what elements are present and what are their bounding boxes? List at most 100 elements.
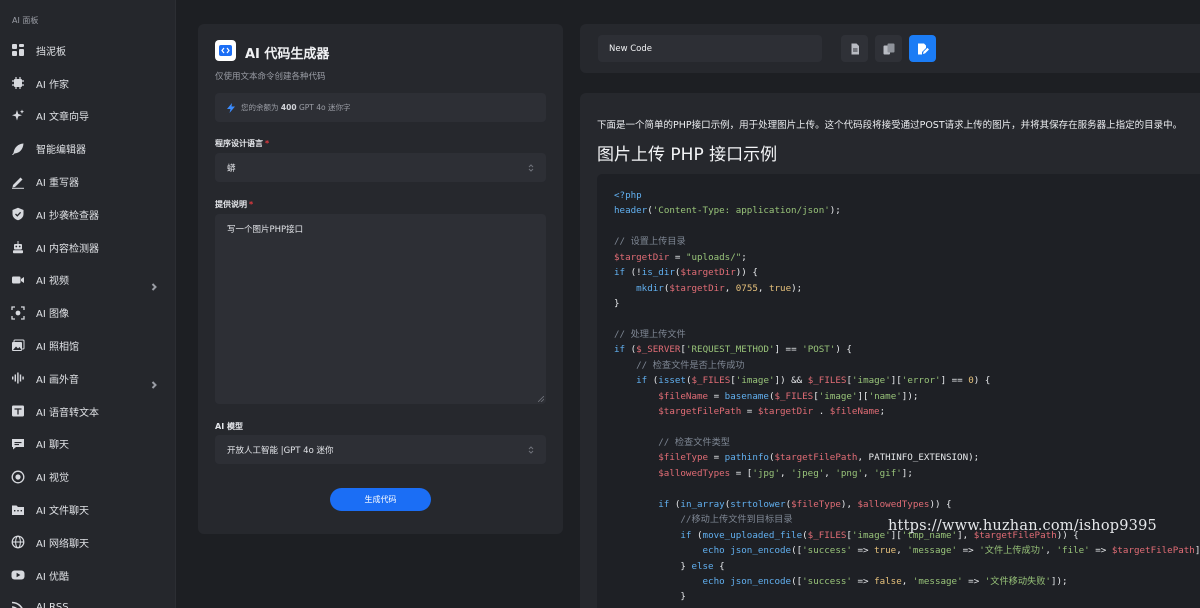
youtube-icon [11,568,25,582]
code-token: $targetFilePath [774,452,858,464]
download-doc-button[interactable] [841,35,868,62]
model-select-value: 开放人工智能 |GPT 4o 迷你 [227,445,334,456]
code-token: $_FILES [774,390,814,402]
code-token: 'Content-Type: application/json' [652,205,830,217]
chevron-right-icon[interactable] [150,374,158,390]
copy-button[interactable] [875,35,902,62]
language-select[interactable]: 蟒 [215,153,546,182]
code-line: header('Content-Type: application/json')… [614,203,1200,218]
code-token: 'gif' [874,467,902,479]
code-token: 'image' [851,529,891,541]
code-token: '文件上传成功' [979,545,1046,557]
sidebar-item-label: AI RSS [36,602,69,608]
sidebar-item-12[interactable]: AI 聊天 [0,428,176,461]
chevron-right-icon[interactable] [150,276,158,291]
code-line: <?php [614,188,1200,203]
sidebar-item-label: AI 视觉 [36,473,69,485]
code-token: } [614,591,686,603]
code-line: } [614,296,1200,311]
resize-grip-icon[interactable] [538,396,544,402]
sidebar-item-14[interactable]: AI 文件聊天 [0,493,176,526]
model-select[interactable]: 开放人工智能 |GPT 4o 迷你 [215,435,546,464]
code-token: ]; [901,467,913,479]
code-token: ); [791,282,803,294]
code-token: ]) && [774,375,808,387]
image-scan-icon [11,306,25,320]
document-name-input[interactable]: New Code [598,35,822,62]
sidebar-item-5[interactable]: AI 抄袭检查器 [0,198,176,231]
sidebar-section-label: AI 面板 [12,16,39,25]
code-token: else [691,560,714,572]
code-token: $fileType [791,498,841,510]
code-token: ][ [890,375,902,387]
save-edit-button[interactable] [909,35,936,62]
code-line: // 处理上传文件 [614,327,1200,342]
code-token: echo [702,545,725,557]
code-token: 'png' [835,467,864,479]
code-token: )) { [929,498,952,510]
code-line: // 检查文件是否上传成功 [614,358,1200,373]
code-token: = [669,251,686,263]
document-icon [851,43,859,54]
language-select-value: 蟒 [227,163,236,174]
sidebar-item-4[interactable]: AI 重写器 [0,165,176,198]
code-token: , [896,545,908,557]
generate-code-button[interactable]: 生成代码 [330,488,431,511]
sidebar-item-8[interactable]: AI 图像 [0,296,176,329]
edit-document-icon [917,43,929,54]
description-textarea[interactable]: 写一个图片PHP接口 [215,214,546,404]
sidebar-item-6[interactable]: AI 内容检测器 [0,231,176,264]
sidebar-item-15[interactable]: AI 网络聊天 [0,526,176,559]
code-token: ([ [791,575,803,587]
code-token: ([ [791,545,803,557]
sidebar-item-0[interactable]: 挡泥板 [0,34,176,67]
sidebar-item-2[interactable]: AI 文章向导 [0,100,176,133]
code-generator-form: AI 代码生成器 仅使用文本命令创建各种代码 您的余额为 400 GPT 4o … [198,24,563,534]
select-arrows-icon [528,163,534,172]
sidebar-item-10[interactable]: AI 画外音 [0,362,176,395]
code-token: = [708,390,725,402]
sidebar-item-7[interactable]: AI 视频 [0,264,176,297]
sidebar-item-17[interactable]: AI RSS [0,592,176,608]
output-intro: 下面是一个简单的PHP接口示例，用于处理图片上传。这个代码段将接受通过POST请… [597,120,1183,131]
audio-wave-icon [11,371,25,385]
code-token: 0755 [735,282,758,294]
model-label: AI 模型 [215,422,243,431]
code-token: false [874,575,902,587]
sidebar-item-9[interactable]: AI 照相馆 [0,329,176,362]
page-subtitle: 仅使用文本命令创建各种代码 [215,72,326,82]
code-token: is_dir [641,267,675,279]
code-token: ( [625,344,637,356]
sidebar-item-13[interactable]: AI 视觉 [0,460,176,493]
code-generator-logo-icon [215,40,236,61]
code-token: ][ [857,390,869,402]
code-token: ( [647,375,659,387]
code-token: // 设置上传目录 [614,236,686,248]
code-token: //移动上传文件到目标目录 [680,514,793,526]
code-token: 'image' [818,390,858,402]
watermark: https://www.huzhan.com/ishop9395 [888,518,1157,534]
code-token: <?php [614,190,642,201]
code-token: , PATHINFO_EXTENSION); [857,452,980,464]
sidebar-item-1[interactable]: AI 作家 [0,67,176,100]
required-marker: * [265,139,270,148]
required-marker: * [249,200,254,209]
code-token: )) { [735,267,758,279]
code-token: $_FILES [691,375,731,387]
code-line: $allowedTypes = ['jpg', 'jpeg', 'png', '… [614,466,1200,481]
code-line: $targetDir = "uploads/"; [614,250,1200,265]
sidebar-item-3[interactable]: 智能编辑器 [0,132,176,165]
code-token: ]); [1050,575,1068,587]
chat-icon [11,437,25,451]
code-token: strtolower [730,498,786,510]
photo-gallery-icon [11,339,25,353]
code-token: 'success' [802,545,852,557]
code-token: in_array [680,498,725,510]
sidebar-item-11[interactable]: AI 语音转文本 [0,395,176,428]
sidebar-item-16[interactable]: AI 优酷 [0,559,176,592]
code-token: if [680,529,692,541]
sidebar: AI 面板 挡泥板 AI 作家 AI 文章向导 智能编辑器 AI 重写器 AI 抄袭检查器… [0,0,176,608]
